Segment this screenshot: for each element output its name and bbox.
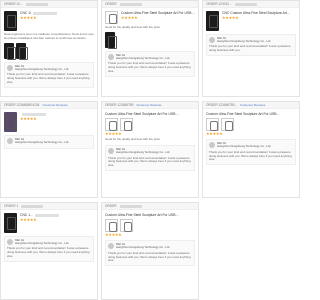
product-thumbnail[interactable] (105, 118, 118, 132)
review-text: Nous engrenons pour une meilleure compré… (4, 32, 94, 40)
product-thumbnail[interactable] (120, 219, 133, 233)
rating-stars: ★★★★★ (206, 131, 223, 137)
avatar (7, 138, 13, 145)
product-row[interactable]: CNC 1/ ★★★★★ (4, 11, 94, 31)
review-card: ORDER 123456789... Customer Reviews Cust… (202, 101, 300, 198)
reply-text: Thank you for your kind and recommendati… (7, 72, 90, 85)
product-row[interactable]: Custom Ultra-Fine Steel Sculpture Art Fo… (105, 11, 195, 24)
reviews-grid: ORDER 12... CNC 1/ ★★★★★ Nous engrenons … (0, 0, 300, 300)
avatar (108, 148, 114, 155)
review-header: ORDER 1234568901234 Customer Reviews (1, 102, 97, 109)
reviews-link[interactable]: Customer Reviews (240, 103, 265, 107)
seller-reply: MEI JH Hangzhou Dongsheng Technology Co.… (105, 145, 195, 172)
product-thumbnail[interactable] (4, 11, 17, 31)
review-photos (105, 31, 195, 49)
reply-text: Thank you for your kind and recommendati… (108, 155, 191, 168)
review-header: ORDER (102, 203, 198, 210)
product-row[interactable]: ★★★★★ (4, 112, 94, 132)
seller-reply: MEI JH Hangzhou Dongsheng Technology Co.… (4, 135, 94, 150)
review-header: ORDER 12... (1, 1, 97, 8)
review-card: ORDER 1 CNC 1... ★★★★★ MEI JH Hangzhou D… (0, 202, 98, 300)
product-title[interactable]: Custom Ultra-Fine Steel Sculpture Art Fo… (105, 213, 195, 217)
order-id: ORDER (105, 204, 117, 208)
reply-text: Thank you for your kind and recommendati… (209, 44, 291, 53)
reply-text: Thank you for your kind and recommendati… (108, 61, 191, 74)
product-photos (105, 219, 195, 233)
seller-reply: MEI JH Hangzhou Dongsheng Technology Co.… (105, 240, 195, 267)
avatar (108, 243, 114, 250)
review-photo[interactable] (4, 42, 16, 60)
product-photos (206, 118, 296, 132)
review-header: ORDER 123456789... Customer Reviews (203, 102, 299, 109)
rating-stars: ★★★★★ (20, 15, 37, 21)
product-thumbnail[interactable] (206, 118, 219, 132)
review-text: Good for the quality and best with the p… (105, 137, 160, 142)
rating-stars: ★★★★★ (222, 15, 239, 21)
rating-stars: ★★★★★ (20, 116, 37, 122)
reply-company: Hangzhou Dongsheng Technology Co., Ltd. (15, 241, 70, 246)
review-card: ORDER 123456789 Customer Reviews Custom … (101, 101, 199, 198)
review-card: ORDER 123012... CNC Custom Ultra-Fine St… (202, 0, 300, 97)
reply-company: Hangzhou Dongsheng Technology Co., Ltd. (217, 39, 272, 44)
product-photos (105, 118, 195, 132)
reply-text: Thank you for your kind and recommendati… (108, 250, 191, 263)
avatar (7, 239, 13, 246)
review-header: ORDER 123012... (203, 1, 299, 8)
order-id: ORDER 1 (4, 204, 19, 208)
reply-company: Hangzhou Dongsheng Technology Co., Ltd. (15, 140, 70, 145)
product-thumbnail[interactable] (105, 11, 118, 24)
seller-reply: MEI JH Hangzhou Dongsheng Technology Co.… (4, 236, 94, 263)
review-card: ORDER Custom Ultra-Fine Steel Sculpture … (101, 0, 199, 97)
product-thumbnail[interactable] (4, 213, 17, 233)
review-photo[interactable] (16, 42, 28, 60)
review-text: Good for the quality and best with the p… (105, 25, 160, 29)
review-photo[interactable] (105, 31, 117, 49)
product-thumbnail[interactable] (105, 219, 118, 233)
product-thumbnail[interactable] (221, 118, 234, 132)
seller-reply: MEI JH Hangzhou Dongsheng Technology Co.… (105, 50, 195, 78)
reply-company: Hangzhou Dongsheng Technology Co., Ltd. (116, 150, 171, 155)
order-id: ORDER 123012... (206, 2, 232, 6)
review-header: ORDER 1 (1, 203, 97, 210)
avatar (108, 54, 114, 61)
reply-company: Hangzhou Dongsheng Technology Co., Ltd. (217, 144, 272, 149)
seller-reply: MEI JH Hangzhou Dongsheng Technology Co.… (206, 34, 296, 57)
review-card: ORDER 1234568901234 Customer Reviews ★★★… (0, 101, 98, 198)
reply-text: Thank you for your kind and recommendati… (7, 246, 90, 259)
order-id: ORDER 123456789... (206, 103, 238, 107)
reviews-link[interactable]: Customer Reviews (136, 103, 161, 107)
product-thumbnail[interactable] (120, 118, 133, 132)
order-id: ORDER 123456789 (105, 103, 134, 107)
review-card: ORDER 12... CNC 1/ ★★★★★ Nous engrenons … (0, 0, 98, 97)
reply-company: Hangzhou Dongsheng Technology Co., Ltd. (116, 56, 171, 61)
seller-reply: MEI JH Hangzhou Dongsheng Technology Co.… (4, 61, 94, 88)
order-id: ORDER (105, 2, 117, 6)
empty-cell (202, 202, 300, 300)
avatar (209, 142, 215, 149)
product-row[interactable]: CNC 1... ★★★★★ (4, 213, 94, 233)
order-id: ORDER 1234568901234 (4, 103, 40, 107)
seller-reply: MEI JH Hangzhou Dongsheng Technology Co.… (206, 139, 296, 166)
order-id: ORDER 12... (4, 2, 23, 6)
review-header: ORDER 123456789 Customer Reviews (102, 102, 198, 109)
rating-stars: ★★★★★ (20, 217, 37, 223)
reply-text: Thank you for your kind and recommendati… (209, 149, 292, 162)
rating-stars: ★★★★★ (121, 15, 138, 21)
product-thumbnail[interactable] (4, 112, 17, 132)
product-title[interactable]: Custom Ultra-Fine Steel Sculpture Art Fo… (206, 112, 296, 116)
product-thumbnail[interactable] (206, 11, 219, 31)
reply-company: Hangzhou Dongsheng Technology Co., Ltd. (15, 67, 70, 72)
review-header: ORDER (102, 1, 198, 8)
product-title[interactable]: Custom Ultra-Fine Steel Sculpture Art Fo… (105, 112, 195, 116)
product-row[interactable]: CNC Custom Ultra-Fine Steel Sculpture Ar… (206, 11, 296, 31)
avatar (7, 65, 13, 72)
rating-stars: ★★★★★ (105, 131, 122, 137)
rating-stars: ★★★★★ (105, 232, 122, 238)
review-card: ORDER Custom Ultra-Fine Steel Sculpture … (101, 202, 199, 300)
review-photos (4, 42, 94, 60)
reply-company: Hangzhou Dongsheng Technology Co., Ltd. (116, 245, 171, 250)
reviews-link[interactable]: Customer Reviews (42, 103, 67, 107)
avatar (209, 37, 215, 44)
